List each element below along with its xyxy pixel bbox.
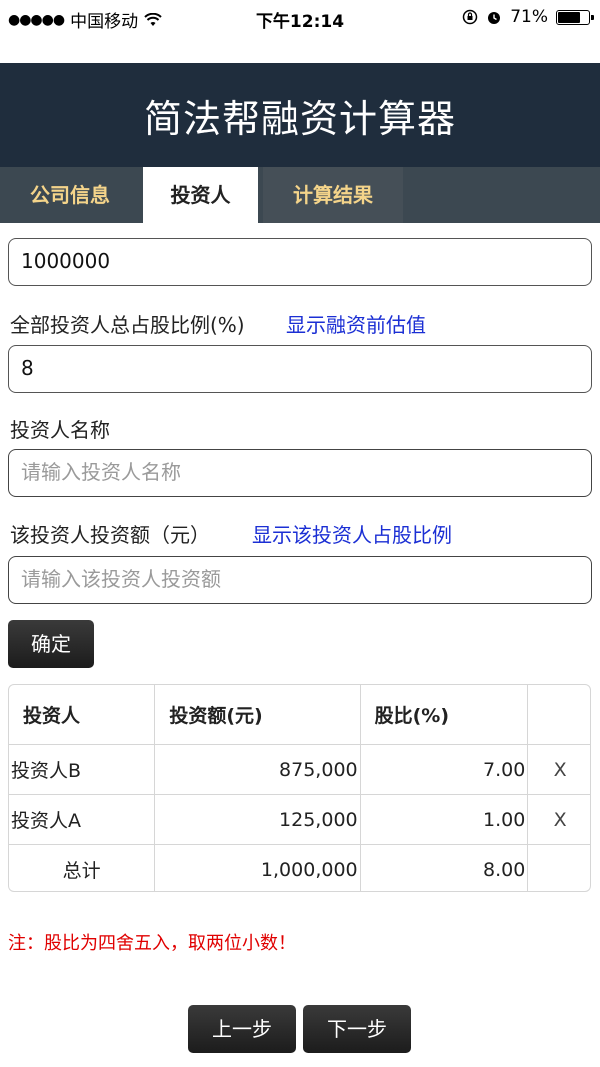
total-empty-cell (528, 845, 590, 892)
alarm-icon (488, 12, 501, 24)
status-right: 71% (462, 7, 594, 27)
app-header: 简法帮融资计算器 (0, 63, 600, 167)
investor-name-cell: 投资人A (9, 794, 156, 845)
total-amount-cell: 1,000,000 (154, 844, 361, 891)
investor-amount-label: 该投资人投资额（元） (10, 523, 210, 547)
total-label-cell: 总计 (9, 844, 156, 891)
total-ratio-input[interactable]: 8 (8, 345, 592, 393)
financing-amount-input[interactable]: 1000000 (8, 238, 592, 286)
investor-name-cell: 投资人B (9, 744, 156, 795)
show-pre-valuation-link[interactable]: 显示融资前估值 (286, 309, 426, 338)
investor-amount-cell: 875,000 (154, 744, 361, 795)
tab-bar: 公司信息 投资人 计算结果 (0, 167, 600, 223)
column-header-ratio: 股比(%) (360, 685, 529, 745)
investor-name-label: 投资人名称 (10, 418, 110, 442)
status-bar: ●●●●● 中国移动 下午12:14 71% (0, 0, 600, 38)
tab-investors[interactable]: 投资人 (143, 167, 258, 223)
delete-investor-button[interactable]: X (527, 794, 590, 845)
column-header-investor: 投资人 (9, 685, 156, 745)
table-row: 投资人B 875,000 7.00 X (9, 744, 590, 795)
column-header-amount: 投资额(元) (154, 685, 361, 745)
battery-icon (556, 9, 594, 25)
investor-name-input[interactable]: 请输入投资人名称 (8, 449, 592, 497)
tab-results[interactable]: 计算结果 (263, 167, 403, 223)
investor-ratio-cell: 1.00 (360, 794, 529, 845)
investor-ratio-cell: 7.00 (360, 744, 529, 795)
rounding-note: 注：股比为四舍五入，取两位小数！ (8, 933, 296, 954)
investor-amount-cell: 125,000 (154, 794, 361, 845)
next-step-button[interactable]: 下一步 (303, 1005, 411, 1053)
delete-investor-button[interactable]: X (527, 744, 590, 795)
total-ratio-label: 全部投资人总占股比例(%) (10, 313, 245, 337)
investor-table: 投资人 投资额(元) 股比(%) 投资人B 875,000 7.00 X 投资人… (8, 684, 591, 892)
column-header-action (527, 685, 590, 745)
table-total-row: 总计 1,000,000 8.00 (9, 844, 590, 892)
show-investor-ratio-link[interactable]: 显示该投资人占股比例 (252, 519, 452, 548)
battery-percent: 71% (510, 7, 548, 27)
investor-amount-input[interactable]: 请输入该投资人投资额 (8, 556, 592, 604)
table-header-row: 投资人 投资额(元) 股比(%) (9, 685, 590, 745)
confirm-button[interactable]: 确定 (8, 620, 94, 668)
orientation-lock-icon (462, 9, 478, 25)
table-row: 投资人A 125,000 1.00 X (9, 794, 590, 845)
app-title: 简法帮融资计算器 (143, 96, 456, 141)
prev-step-button[interactable]: 上一步 (188, 1005, 296, 1053)
total-ratio-cell: 8.00 (360, 844, 529, 891)
tab-company-info[interactable]: 公司信息 (0, 167, 140, 223)
